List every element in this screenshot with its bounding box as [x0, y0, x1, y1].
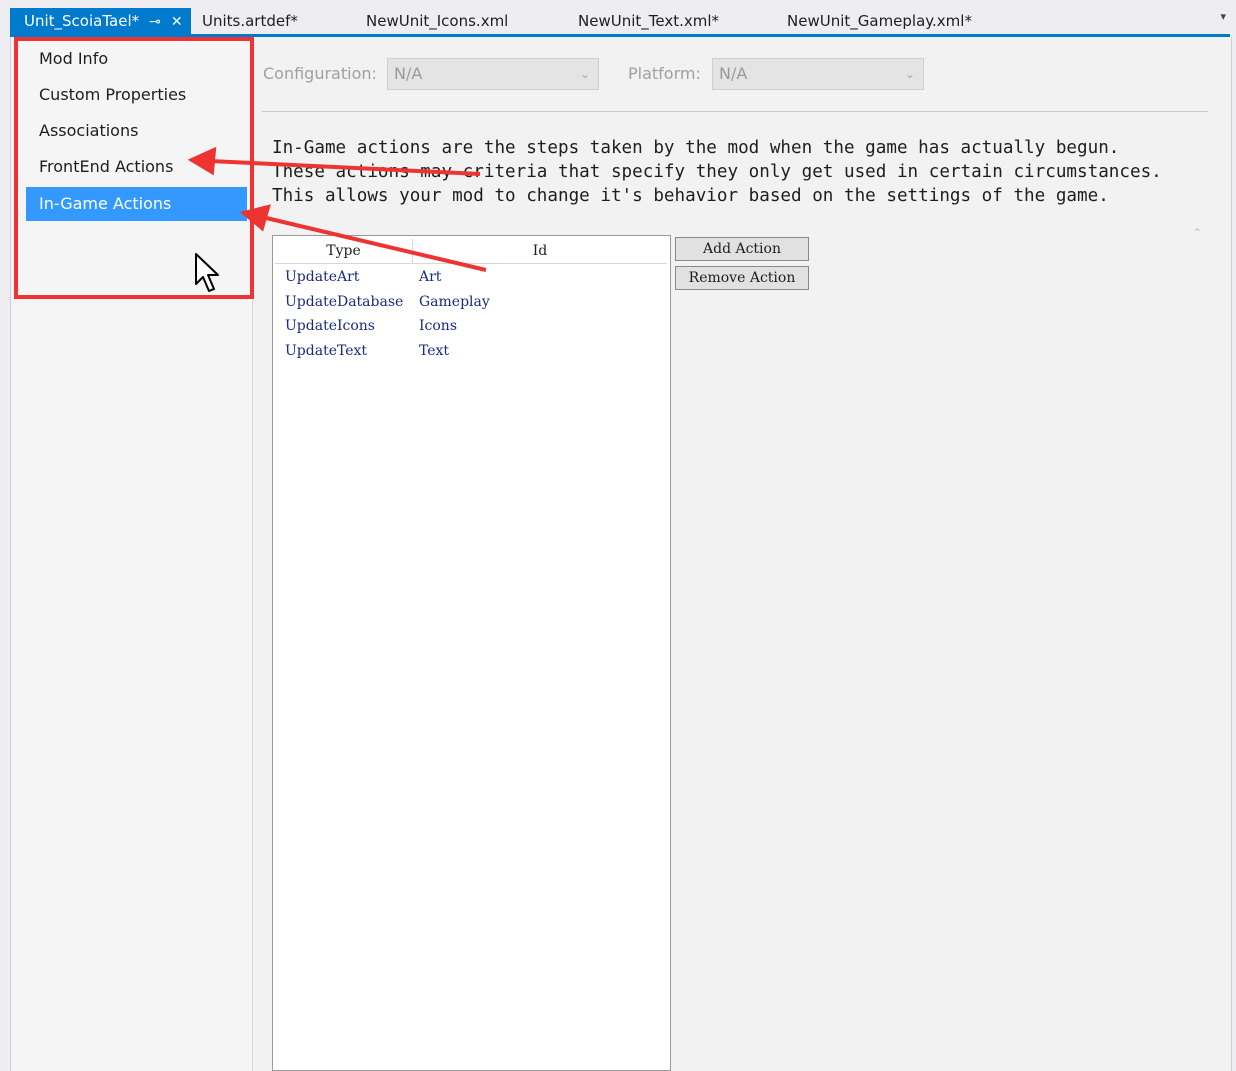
cell-id: Art — [419, 269, 442, 285]
divider — [262, 111, 1208, 112]
description-line: These actions may criteria that specify … — [272, 162, 1162, 182]
platform-label: Platform: — [628, 64, 701, 83]
close-icon[interactable]: ✕ — [171, 9, 183, 35]
cell-type: UpdateDatabase — [285, 294, 404, 310]
description-line: This allows your mod to change it's beha… — [272, 186, 1109, 206]
description-line: In-Game actions are the steps taken by t… — [272, 138, 1120, 158]
configuration-value: N/A — [394, 64, 423, 83]
tab-label: NewUnit_Text.xml* — [578, 12, 720, 30]
actions-table: Type Id UpdateArt Art UpdateDatabase Gamep… — [272, 235, 671, 1071]
chevron-up-icon[interactable]: ⌃ — [1192, 226, 1202, 240]
cell-id: Gameplay — [419, 294, 490, 310]
cell-type: UpdateArt — [285, 269, 360, 285]
tab-overflow-icon[interactable]: ▾ — [1220, 10, 1226, 23]
configuration-label: Configuration: — [263, 64, 377, 83]
cell-type: UpdateIcons — [285, 318, 375, 334]
add-action-button[interactable]: Add Action — [675, 237, 809, 261]
document-tab-strip: Unit_ScoiaTael* ⊸ ✕ Units.artdef* NewUnit_… — [0, 0, 1236, 34]
platform-value: N/A — [719, 64, 748, 83]
tab-newunit-text[interactable]: NewUnit_Text.xml* — [578, 8, 719, 34]
tab-label: Unit_ScoiaTael* — [24, 12, 140, 30]
cell-id: Icons — [419, 318, 458, 334]
tab-unit-scoiatael[interactable]: Unit_ScoiaTael* ⊸ ✕ — [10, 8, 191, 34]
configuration-select[interactable]: N/A ⌄ — [387, 58, 599, 90]
tab-newunit-icons[interactable]: NewUnit_Icons.xml — [366, 8, 508, 34]
tab-label: Units.artdef* — [202, 12, 298, 30]
cell-id: Text — [419, 343, 450, 359]
chevron-down-icon: ⌄ — [579, 67, 590, 81]
platform-select[interactable]: N/A ⌄ — [712, 58, 924, 90]
mouse-cursor-icon — [195, 253, 219, 292]
column-header-type[interactable]: Type — [275, 239, 413, 264]
column-header-id[interactable]: Id — [413, 239, 667, 264]
chevron-down-icon: ⌄ — [904, 67, 915, 81]
tab-label: NewUnit_Gameplay.xml* — [787, 12, 972, 30]
tab-newunit-gameplay[interactable]: NewUnit_Gameplay.xml* — [787, 8, 972, 34]
cell-type: UpdateText — [285, 343, 368, 359]
remove-action-button[interactable]: Remove Action — [675, 266, 809, 290]
tab-units-artdef[interactable]: Units.artdef* — [202, 8, 298, 34]
tab-label: NewUnit_Icons.xml — [366, 12, 509, 30]
description-text: In-Game actions are the steps taken by t… — [272, 136, 1162, 208]
pin-icon[interactable]: ⊸ — [149, 9, 161, 35]
